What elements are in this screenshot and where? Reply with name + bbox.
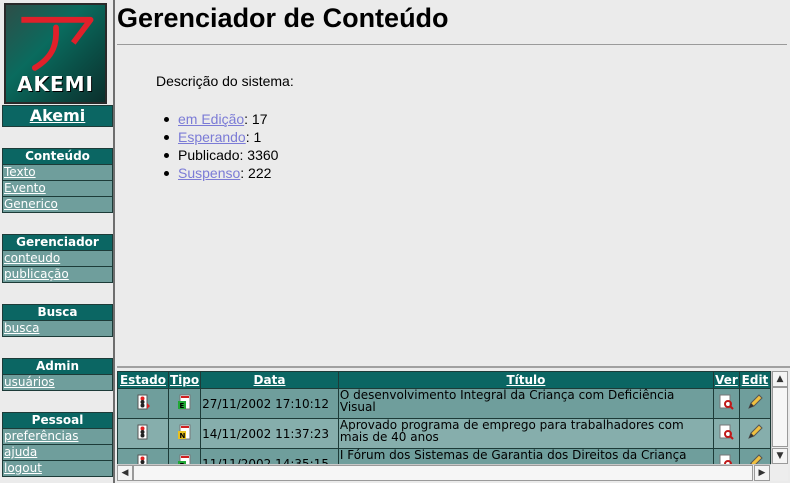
- status-traffic-light-icon: [137, 424, 148, 440]
- view-cell[interactable]: [712, 418, 740, 449]
- menu-section-admin: Admin usuários: [2, 358, 113, 391]
- scroll-right-arrow-icon[interactable]: ▶: [754, 465, 770, 481]
- menu-header: Gerenciador: [2, 234, 113, 251]
- col-header-titulo[interactable]: Título: [337, 371, 714, 389]
- status-traffic-light-icon: [137, 394, 150, 410]
- stat-suspenso: Suspenso: 222: [163, 164, 278, 182]
- menu-section-busca: Busca busca: [2, 304, 113, 337]
- state-cell[interactable]: [117, 418, 169, 449]
- menu-item-publicacao[interactable]: publicação: [2, 267, 113, 283]
- menu-section-gerenciador: Gerenciador conteudo publicação: [2, 234, 113, 283]
- table-row: E E 27/11/2002 17:10:12 O desenvolviment…: [117, 388, 771, 419]
- col-header-ver[interactable]: Ver: [712, 371, 740, 389]
- scrollbar-corner: [771, 464, 788, 481]
- stat-publicado: Publicado: 3360: [163, 146, 279, 164]
- vertical-scroll-thumb[interactable]: [772, 387, 788, 447]
- document-type-icon: E: [177, 394, 191, 410]
- logo-word: AKEMI: [17, 72, 94, 96]
- menu-item-generico[interactable]: Generico: [2, 197, 113, 213]
- title-divider: [117, 44, 787, 45]
- type-cell: E E: [167, 448, 202, 464]
- menu-header: Conteúdo: [2, 148, 113, 165]
- date-cell: 27/11/2002 17:10:12: [200, 388, 339, 419]
- view-cell[interactable]: [712, 448, 740, 464]
- katakana-a-logo-icon: [21, 16, 94, 71]
- edit-pencil-icon: [748, 424, 763, 439]
- state-cell[interactable]: [117, 448, 169, 464]
- page-title: Gerenciador de Conteúdo: [117, 3, 449, 33]
- menu-item-evento[interactable]: Evento: [2, 181, 113, 197]
- edit-cell[interactable]: [738, 418, 771, 449]
- scroll-down-arrow-icon[interactable]: ▼: [772, 448, 788, 464]
- menu-item-logout[interactable]: logout: [2, 461, 113, 477]
- stat-em-edicao: em Edição: 17: [163, 110, 278, 128]
- sidebar: AKEMI Akemi Conteúdo Texto Evento Generi…: [0, 0, 115, 483]
- menu-item-conteudo[interactable]: conteudo: [2, 251, 113, 267]
- akemi-logo: AKEMI: [4, 3, 107, 104]
- status-summary-list: em Edição: 17 Esperando: 1 Publicado: 33…: [163, 110, 279, 182]
- menu-header: Pessoal: [2, 412, 113, 429]
- edit-pencil-icon: [750, 454, 763, 464]
- date-cell: 14/11/2002 11:37:23: [200, 418, 339, 449]
- stat-link-em-edicao[interactable]: em Edição: [178, 111, 244, 127]
- stat-value: : 3360: [239, 147, 279, 163]
- type-letter-glyph: E: [179, 402, 184, 410]
- type-letter-glyph: N: [179, 432, 185, 440]
- view-cell[interactable]: [712, 388, 740, 419]
- col-header-data[interactable]: Data: [200, 371, 339, 389]
- scroll-up-arrow-icon[interactable]: ▲: [772, 371, 788, 387]
- horizontal-scrollbar[interactable]: ◀ ▶: [117, 464, 771, 481]
- title-cell: I Fórum dos Sistemas de Garantia dos Dir…: [337, 448, 714, 464]
- status-traffic-light-icon: [137, 454, 148, 464]
- content-table: Estado Tipo Data Título Ver Edit E E 27/…: [117, 371, 771, 464]
- view-icon: [719, 424, 735, 440]
- col-header-estado[interactable]: Estado: [117, 371, 169, 389]
- system-description: Descrição do sistema:: [156, 73, 294, 89]
- table-row: E E 11/11/2002 14:35:15 I Fórum dos Sist…: [117, 448, 771, 464]
- menu-item-preferencias[interactable]: preferências: [2, 429, 113, 445]
- menu-header: Admin: [2, 358, 113, 375]
- menu-section-conteudo: Conteúdo Texto Evento Generico: [2, 148, 113, 213]
- view-icon: [719, 454, 733, 464]
- col-header-tipo[interactable]: Tipo: [167, 371, 202, 389]
- horizontal-scroll-thumb[interactable]: [133, 465, 753, 481]
- edit-cell[interactable]: [738, 448, 771, 464]
- view-icon: [719, 394, 735, 410]
- stat-value: : 1: [245, 129, 262, 145]
- stat-value: : 222: [240, 165, 272, 181]
- menu-item-ajuda[interactable]: ajuda: [2, 445, 113, 461]
- vertical-scrollbar[interactable]: ▲ ▼: [771, 371, 788, 464]
- table-row: N N 14/11/2002 11:37:23 Aprovado program…: [117, 418, 771, 449]
- col-header-edit[interactable]: Edit: [738, 371, 771, 389]
- stat-esperando: Esperando: 1: [163, 128, 278, 146]
- menu-item-texto[interactable]: Texto: [2, 165, 113, 181]
- menu-section-pessoal: Pessoal preferências ajuda logout: [2, 412, 113, 477]
- date-cell: 11/11/2002 14:35:15: [200, 448, 339, 464]
- state-cell[interactable]: [117, 388, 169, 419]
- menu-header: Busca: [2, 304, 113, 321]
- scroll-left-arrow-icon[interactable]: ◀: [117, 465, 133, 481]
- main-content: Gerenciador de Conteúdo Descrição do sis…: [117, 0, 790, 365]
- stat-link-suspenso[interactable]: Suspenso: [178, 165, 240, 181]
- edit-pencil-icon: [748, 394, 763, 409]
- title-cell: Aprovado programa de emprego para trabal…: [337, 418, 714, 449]
- document-type-icon: E: [177, 454, 191, 464]
- type-cell: N N: [167, 418, 202, 449]
- stat-label-publicado: Publicado: [178, 147, 240, 163]
- title-cell: O desenvolvimento Integral da Criança co…: [337, 388, 714, 419]
- document-type-icon: N: [177, 424, 191, 440]
- edit-cell[interactable]: [738, 388, 771, 419]
- type-cell: E E: [167, 388, 202, 419]
- menu-item-busca[interactable]: busca: [2, 321, 113, 337]
- stat-value: : 17: [244, 111, 268, 127]
- user-link[interactable]: Akemi: [2, 105, 113, 127]
- stat-link-esperando[interactable]: Esperando: [178, 129, 246, 145]
- menu-item-usuarios[interactable]: usuários: [2, 375, 113, 391]
- content-table-viewport: Estado Tipo Data Título Ver Edit E E 27/…: [117, 371, 771, 464]
- content-list-frame: Estado Tipo Data Título Ver Edit E E 27/…: [117, 366, 790, 483]
